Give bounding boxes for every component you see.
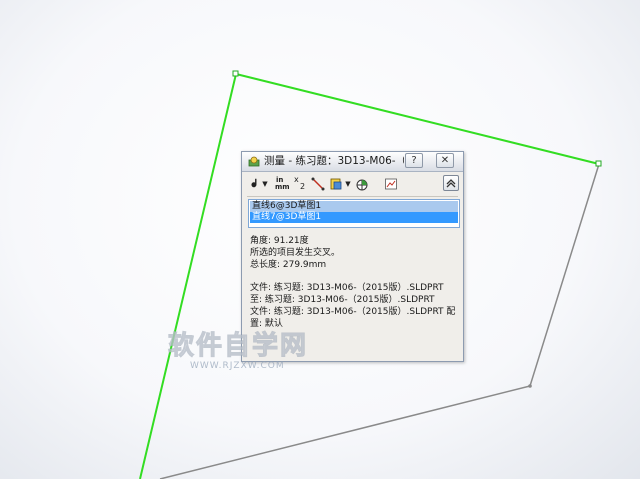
units-mm-label: mm xyxy=(275,183,290,191)
dialog-titlebar[interactable]: 测量 - 练习题：3D13-M06-（2... ? ✕ xyxy=(242,152,463,172)
mass-properties-icon[interactable] xyxy=(355,175,369,193)
dialog-title: 测量 - 练习题：3D13-M06-（2... xyxy=(264,155,404,167)
watermark-url: WWW.RJZXW.COM xyxy=(190,361,285,371)
sketch-point[interactable] xyxy=(528,384,532,388)
file-to-result: 至: 练习题: 3D13-M06-（2015版）.SLDPRT xyxy=(250,295,435,305)
xyz-2-label: 2 xyxy=(300,182,306,191)
total-length-result: 总长度: 279.9mm xyxy=(250,260,327,270)
config-result: 置: 默认 xyxy=(250,319,283,329)
point-to-point-icon[interactable] xyxy=(311,175,325,193)
toolbar-divider xyxy=(247,196,458,197)
projection-icon[interactable] xyxy=(329,175,343,193)
intersect-message: 所选的项目发生交叉。 xyxy=(250,248,341,258)
chevron-up-icon xyxy=(446,179,456,188)
measure-icon xyxy=(248,156,260,167)
watermark-text: 软件自学网 xyxy=(167,331,309,362)
selection-item[interactable]: 直线7@3D草图1 xyxy=(250,212,458,223)
selection-item[interactable]: 直线6@3D草图1 xyxy=(250,201,458,212)
projection-dropdown-icon[interactable]: ▼ xyxy=(344,175,352,193)
measure-toolbar: ᖱ ▼ in mm x 2 ▼ xyxy=(247,175,459,193)
help-button[interactable]: ? xyxy=(405,153,423,168)
xyz-measure-button[interactable]: x 2 xyxy=(293,175,307,193)
arc-circle-measure-button[interactable]: ᖱ xyxy=(247,175,261,193)
sketch-endpoint[interactable] xyxy=(232,70,239,77)
xyz-x-label: x xyxy=(294,175,299,184)
sketch-endpoint[interactable] xyxy=(595,160,602,167)
file-from-result: 文件: 练习题: 3D13-M06-（2015版）.SLDPRT xyxy=(250,283,444,293)
close-button[interactable]: ✕ xyxy=(436,153,454,168)
measure-history-icon[interactable] xyxy=(384,175,398,193)
file-config-result: 文件: 练习题: 3D13-M06-（2015版）.SLDPRT 配 xyxy=(250,307,456,317)
arc-dropdown-icon[interactable]: ▼ xyxy=(261,175,269,193)
angle-result: 角度: 91.21度 xyxy=(250,236,309,246)
units-precision-button[interactable]: in mm xyxy=(275,175,290,193)
collapse-button[interactable] xyxy=(443,175,459,191)
watermark: 软件自学网 WWW.RJZXW.COM xyxy=(167,331,313,375)
selection-list[interactable]: 直线6@3D草图1 直线7@3D草图1 xyxy=(248,199,460,228)
